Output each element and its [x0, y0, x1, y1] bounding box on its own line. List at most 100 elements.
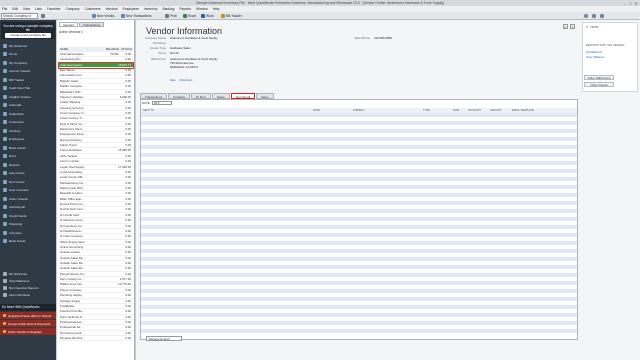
sidebar-item-doc-center[interactable]: Doc Center	[0, 178, 56, 185]
sidebar-bottom-view-balances[interactable]: View Balances	[0, 277, 56, 284]
help-icon[interactable]	[600, 14, 604, 18]
promo-item[interactable]: Upgrade & Save 40% on Payroll	[0, 312, 56, 319]
vendor-balance: 0.00	[125, 244, 131, 249]
vendor-balance: 0.00	[125, 303, 131, 308]
vendor-filter-select[interactable]: Active Vendors ▾	[59, 30, 133, 35]
vendor-balance: 0.00	[125, 180, 131, 185]
sidebar-item-vendors[interactable]: Vendors	[0, 127, 56, 134]
order-1099-button[interactable]: Order 1099 Forms	[584, 75, 614, 80]
sidebar-item-inventory[interactable]: Inventory	[0, 229, 56, 236]
sidebar-bottom-run-favorite-reports[interactable]: Run Favorite Reports	[0, 284, 56, 291]
do-more-header: Do More With QuickBooks	[0, 304, 56, 311]
vendor-actions: ⎘ ✎	[563, 24, 575, 29]
sidebar-item-employees[interactable]: Employees	[0, 136, 56, 143]
excel-button[interactable]: Excel	[183, 13, 196, 19]
directions-link[interactable]: Directions	[180, 78, 193, 82]
settings-icon[interactable]	[592, 14, 596, 18]
vendor-name: Manufacturing Ins...	[60, 180, 86, 185]
vendor-balance: 0.00	[125, 239, 131, 244]
manage-email-select[interactable]: Manage Email ▾	[146, 336, 182, 341]
open-balance-link[interactable]: Open Balance	[586, 55, 604, 59]
sidebar-item-calendar[interactable]: Calendar	[0, 102, 56, 109]
vendor-name: Phillip Home Sto...	[60, 282, 84, 287]
edit-icon[interactable]: ✎	[570, 24, 575, 29]
sidebar-item-home[interactable]: Home	[0, 51, 56, 58]
sidebar-item-icon	[3, 222, 7, 226]
tab-vendors[interactable]: Vendors	[59, 22, 79, 27]
vendor-panel-tabs: Vendors Transactions	[59, 22, 105, 27]
word-button[interactable]: Word	[201, 13, 214, 19]
sidebar-item-icon	[3, 86, 7, 90]
date-filter-select[interactable]: All ▾	[151, 101, 172, 105]
maximize-icon[interactable]: □	[629, 1, 631, 6]
promo-item[interactable]: Order Checks & Supplies	[0, 328, 56, 335]
sidebar-item-label: Bill Tracker	[9, 77, 25, 82]
vendor-name: Express Delivery...	[60, 137, 84, 142]
vendor-balance: 0.00	[125, 212, 131, 217]
table-row-stripe	[141, 321, 577, 325]
table-row-stripe	[141, 305, 577, 309]
sidebar-item-user-licenses[interactable]: User Licenses	[0, 187, 56, 194]
map-links: Map Directions	[170, 78, 192, 82]
print-button[interactable]: Print	[165, 13, 177, 19]
map-link[interactable]: Map	[170, 78, 176, 82]
user-icon[interactable]	[584, 14, 588, 18]
search-input[interactable]: Search Company or Help	[1, 13, 38, 23]
new-vendor-button[interactable]: New Vendor...	[92, 13, 117, 19]
sidebar-item-icon	[3, 196, 7, 201]
sidebar-item-order-checks[interactable]: Order Checks	[0, 195, 56, 202]
sidebar-item-icon	[3, 43, 7, 48]
sidebar-item-bank-feeds[interactable]: Bank Feeds	[0, 144, 56, 151]
sidebar-item-insights-tracker[interactable]: Insights Tracker	[0, 93, 56, 100]
sidebar-item-cash-flow-hub[interactable]: Cash Flow Hub	[0, 85, 56, 92]
sidebar-item-customers[interactable]: Customers	[0, 119, 56, 126]
quickreport-link[interactable]: QuickReport	[586, 50, 602, 54]
vendor-balance: 0.00	[125, 336, 131, 341]
vendor-balance: 0.00	[125, 207, 131, 212]
sidebar-item-label: User Licenses	[9, 188, 29, 192]
sidebar-item-income-tracker[interactable]: Income Tracker	[0, 68, 56, 75]
bill-tracker-button[interactable]: Bill Tracker	[221, 13, 242, 19]
sidebar-item-credit-cards[interactable]: Credit Cards	[0, 212, 56, 219]
vendor-name: Cleaning Services	[60, 105, 84, 110]
create-company-button[interactable]: Create a new company file	[5, 33, 51, 38]
sidebar-item-bank-feeds[interactable]: Bank Feeds	[0, 238, 56, 245]
vendor-balance: 0.00	[125, 100, 131, 105]
note-icon[interactable]: ✎	[586, 25, 588, 29]
vendor-balance: 0.00	[125, 228, 131, 233]
sidebar-item-reports[interactable]: Reports	[0, 161, 56, 168]
sidebar-bottom-my-shortcuts[interactable]: My Shortcuts	[0, 270, 56, 277]
sidebar-bottom-open-windows[interactable]: Open Windows	[0, 291, 56, 298]
table-row-stripe	[141, 177, 577, 181]
sidebar-item-my-company[interactable]: My Company	[0, 59, 56, 66]
sidebar-item-snapshots[interactable]: Snapshots	[0, 110, 56, 117]
vendor-name: Logan Pool Supply	[60, 164, 85, 169]
sidebar-item-docs[interactable]: Docs	[0, 153, 56, 160]
vendor-type-label: Vendor Type	[149, 46, 166, 50]
bill-tracker-icon	[221, 14, 225, 18]
sidebar-item-label: Customers	[9, 120, 24, 124]
search-icon[interactable]	[41, 13, 45, 19]
sidebar-item-label: My Company	[9, 60, 28, 65]
tab-transactions[interactable]: Transactions	[79, 22, 105, 27]
sidebar-item-shopping[interactable]: Shopping	[0, 221, 56, 228]
vendor-name: NorCal Tech Cent...	[60, 207, 86, 212]
sidebar-item-icon	[3, 111, 7, 116]
minimize-icon[interactable]: –	[624, 1, 626, 6]
sidebar-item-icon	[3, 230, 7, 235]
table-row-stripe	[141, 209, 577, 213]
vendor-name: Brighter Glass	[60, 78, 79, 83]
sidebar-item-bill-tracker[interactable]: Bill Tracker	[0, 76, 56, 83]
vendor-balance: 0.00	[125, 196, 131, 201]
order-checks-button[interactable]: Order Checks	[584, 82, 614, 87]
sidebar-item-app-center[interactable]: App Center	[0, 170, 56, 177]
vendor-row[interactable]: Pinnacle Advertis... 0.00	[59, 336, 133, 342]
new-transactions-button[interactable]: New Transactions	[121, 13, 151, 19]
close-icon[interactable]: ✕	[635, 1, 638, 6]
promo-item[interactable]: Accept credit cards & Payments	[0, 320, 56, 327]
sidebar-item-my-shortcuts[interactable]: My Shortcuts	[0, 42, 56, 49]
terms-label: Terms	[158, 51, 166, 55]
sidebar-item-add-payroll[interactable]: Add Payroll	[0, 204, 56, 211]
attach-icon[interactable]: ⎘	[563, 24, 568, 29]
vendor-balance: 0.00	[125, 127, 131, 132]
